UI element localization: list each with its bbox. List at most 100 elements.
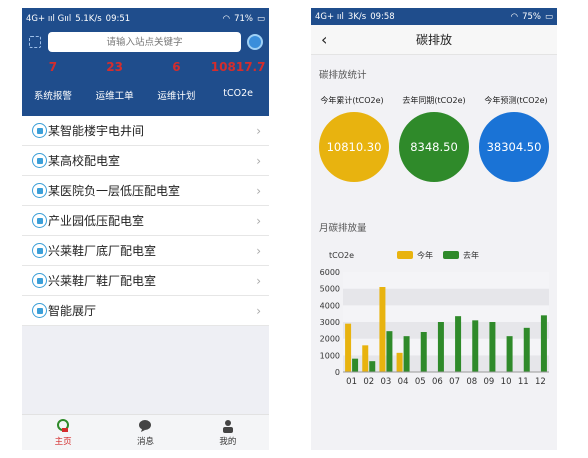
stat-value: 23 bbox=[106, 60, 123, 74]
chevron-right-icon: › bbox=[256, 273, 261, 288]
chevron-right-icon: › bbox=[256, 153, 261, 168]
list-item-label: 某高校配电室 bbox=[48, 154, 121, 168]
bar bbox=[403, 336, 410, 372]
search-bar bbox=[22, 30, 269, 54]
room-icon bbox=[32, 213, 47, 228]
list-item[interactable]: 兴莱鞋厂鞋厂配电室 › bbox=[22, 266, 269, 296]
list-item[interactable]: 某高校配电室 › bbox=[22, 146, 269, 176]
grid-band bbox=[343, 272, 549, 289]
network-speed: 3K/s bbox=[347, 11, 367, 22]
stat-carbon[interactable]: 10817.7 tCO2e bbox=[207, 54, 269, 116]
grid-band bbox=[343, 288, 549, 306]
tab-messages[interactable]: 消息 bbox=[104, 415, 186, 450]
list-item-label: 产业园低压配电室 bbox=[48, 214, 145, 228]
x-tick-label: 12 bbox=[535, 377, 546, 387]
stat-circle-this-year: 10810.30 bbox=[319, 112, 389, 182]
page-title: 碳排放 bbox=[415, 33, 452, 47]
chevron-right-icon: › bbox=[256, 303, 261, 318]
section-title-stats: 碳排放统计 bbox=[319, 70, 367, 81]
bar bbox=[489, 322, 496, 372]
list-item[interactable]: 产业园低压配电室 › bbox=[22, 206, 269, 236]
status-bar: 4G+ ııl 3K/s 09:58 ◠ 75% ▭ bbox=[311, 8, 557, 25]
legend-swatch bbox=[397, 251, 413, 259]
wifi-icon: ◠ bbox=[222, 14, 231, 24]
y-tick-label: 6000 bbox=[320, 268, 340, 277]
stats-panel: 7 系统报警 23 运维工单 6 运维计划 10817.7 tCO2e bbox=[22, 54, 269, 116]
bar bbox=[523, 327, 530, 372]
room-icon bbox=[32, 273, 47, 288]
clock: 09:58 bbox=[370, 11, 395, 22]
stat-maintenance-plans[interactable]: 6 运维计划 bbox=[146, 54, 208, 116]
grid-band bbox=[343, 322, 549, 339]
home-icon bbox=[57, 418, 70, 432]
stat-label: 运维计划 bbox=[157, 91, 196, 102]
circle-label: 今年累计(tCO2e) bbox=[320, 96, 384, 105]
bar bbox=[420, 332, 427, 372]
y-tick-label: 2000 bbox=[320, 335, 340, 344]
tab-profile[interactable]: 我的 bbox=[187, 415, 269, 450]
message-icon bbox=[139, 419, 152, 432]
stat-circles: 10810.30 8348.50 38304.50 bbox=[311, 112, 557, 182]
status-bar: 4G+ ııl Gııl 5.1K/s 09:51 ◠ 71% ▭ bbox=[22, 8, 269, 30]
list-item[interactable]: 智能展厅 › bbox=[22, 296, 269, 326]
stat-value: 10817.7 bbox=[210, 60, 266, 74]
network-indicator: 4G+ ııl Gııl bbox=[26, 14, 72, 24]
legend-label: 今年 bbox=[417, 250, 433, 260]
bar bbox=[455, 316, 462, 372]
y-tick-label: 0 bbox=[335, 368, 340, 377]
user-icon bbox=[222, 419, 233, 433]
network-speed: 5.1K/s bbox=[75, 14, 102, 24]
x-tick-label: 02 bbox=[363, 377, 374, 387]
bottom-tab-bar: 主页 消息 我的 bbox=[22, 414, 269, 450]
bar-chart: 0 1000 2000 3000 4000 5000 6000 tCO2e 今年 去年 01 02 03… bbox=[320, 250, 549, 387]
message-bubble-icon[interactable] bbox=[247, 34, 263, 50]
search-input[interactable] bbox=[48, 32, 241, 52]
stat-work-orders[interactable]: 23 运维工单 bbox=[84, 54, 146, 116]
x-tick-label: 03 bbox=[381, 377, 392, 387]
tab-label: 消息 bbox=[136, 436, 154, 447]
x-tick-label: 06 bbox=[432, 377, 443, 387]
bar bbox=[369, 361, 376, 372]
list-item-label: 智能展厅 bbox=[48, 304, 97, 318]
chevron-right-icon: › bbox=[256, 183, 261, 198]
clock: 09:51 bbox=[105, 14, 131, 24]
network-indicator: 4G+ ııl bbox=[315, 11, 344, 22]
stat-alarms[interactable]: 7 系统报警 bbox=[22, 54, 84, 116]
list-item[interactable]: 兴莱鞋厂底厂配电室 › bbox=[22, 236, 269, 266]
battery-icon: ▭ bbox=[544, 11, 553, 22]
tab-home[interactable]: 主页 bbox=[22, 415, 104, 450]
grid-band bbox=[343, 338, 549, 356]
legend-label: 去年 bbox=[463, 250, 479, 260]
section-title-monthly: 月碳排放量 bbox=[319, 223, 367, 234]
bar bbox=[506, 336, 513, 372]
list-item-label: 兴莱鞋厂底厂配电室 bbox=[48, 244, 157, 258]
chevron-right-icon: › bbox=[256, 213, 261, 228]
chevron-right-icon: › bbox=[256, 243, 261, 258]
bar bbox=[345, 323, 352, 372]
right-phone-screen: 4G+ ııl 3K/s 09:58 ◠ 75% ▭ ‹ 碳排放 碳排放统计 今… bbox=[311, 8, 557, 450]
bar bbox=[379, 287, 386, 372]
x-tick-label: 11 bbox=[518, 377, 529, 387]
battery-level: 71% bbox=[234, 14, 253, 24]
chevron-right-icon: › bbox=[256, 123, 261, 138]
grid-band bbox=[343, 305, 549, 322]
x-tick-label: 07 bbox=[449, 377, 460, 387]
x-tick-label: 01 bbox=[346, 377, 357, 387]
list-item-label: 兴莱鞋厂鞋厂配电室 bbox=[48, 274, 157, 288]
stat-value: 6 bbox=[172, 60, 181, 74]
scan-icon[interactable] bbox=[28, 35, 42, 49]
room-icon bbox=[32, 243, 47, 258]
stat-circle-forecast: 38304.50 bbox=[479, 112, 549, 182]
list-item-label: 某智能楼宇电井间 bbox=[48, 124, 145, 138]
list-item[interactable]: 某医院负一层低压配电室 › bbox=[22, 176, 269, 206]
bar bbox=[386, 331, 393, 372]
bar bbox=[352, 358, 359, 372]
room-list: 某智能楼宇电井间 › 某高校配电室 › 某医院负一层低压配电室 › 产业园低压配电室 ›… bbox=[22, 116, 269, 326]
back-arrow-icon[interactable]: ‹ bbox=[321, 30, 327, 49]
list-item[interactable]: 某智能楼宇电井间 › bbox=[22, 116, 269, 146]
battery-icon: ▭ bbox=[256, 14, 265, 24]
bar bbox=[540, 315, 547, 372]
x-tick-label: 09 bbox=[484, 377, 495, 387]
monthly-chart: 0 1000 2000 3000 4000 5000 6000 tCO2e 今年 去年 01 02 03… bbox=[311, 244, 557, 394]
bar bbox=[362, 345, 369, 372]
